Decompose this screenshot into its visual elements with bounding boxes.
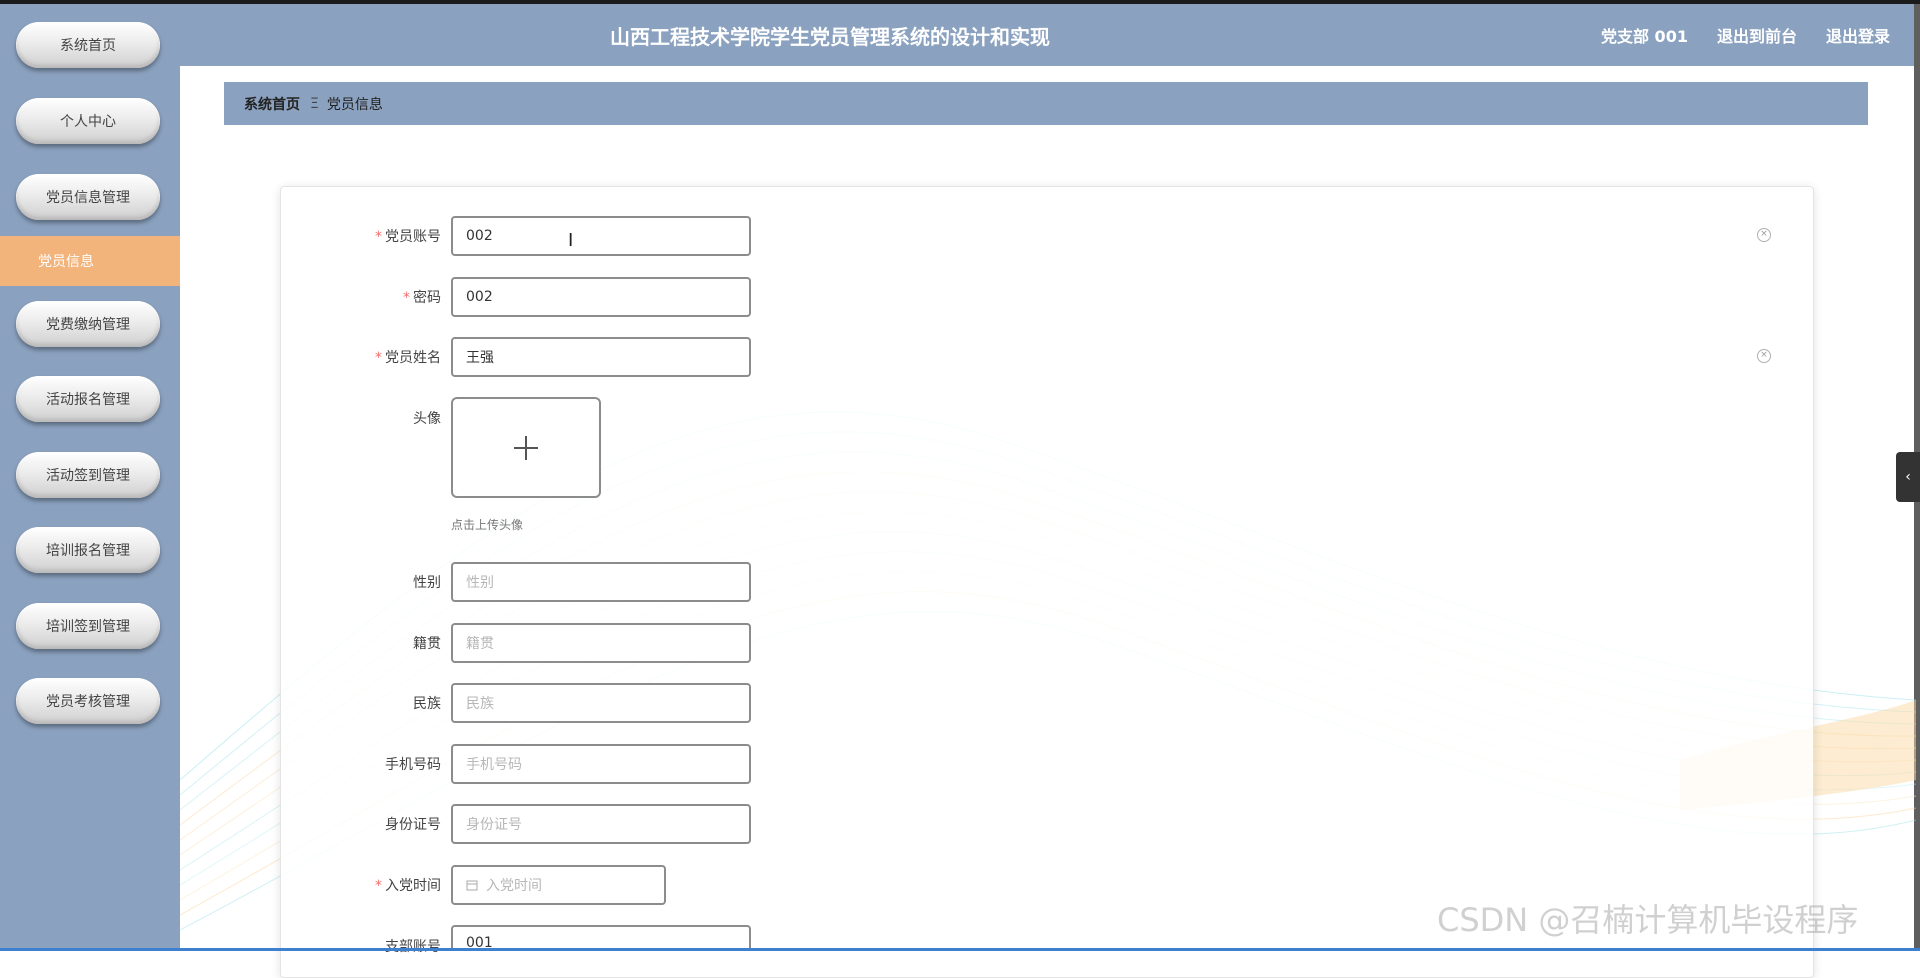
app-title: 山西工程技术学院学生党员管理系统的设计和实现 xyxy=(610,24,1050,49)
phone-input[interactable]: 手机号码 xyxy=(451,744,751,784)
phone-placeholder: 手机号码 xyxy=(466,757,522,773)
required-star: * xyxy=(375,878,382,894)
sidebar-item-label: 活动报名管理 xyxy=(46,392,130,408)
required-star: * xyxy=(403,290,410,306)
gender-placeholder: 性别 xyxy=(466,575,494,591)
chevron-left-icon: ‹ xyxy=(1905,469,1911,485)
avatar-upload[interactable] xyxy=(451,397,601,498)
sidebar-item-label: 党员信息管理 xyxy=(46,190,130,206)
sidebar-item-member-assessment[interactable]: 党员考核管理 xyxy=(16,678,160,724)
breadcrumb-current: 党员信息 xyxy=(326,96,383,113)
breadcrumb-separator-icon: Ξ xyxy=(310,95,319,112)
phone-label: 手机号码 xyxy=(385,757,441,773)
ethnicity-input[interactable]: 民族 xyxy=(451,683,751,723)
text-cursor-icon: I xyxy=(568,230,574,251)
ethnicity-placeholder: 民族 xyxy=(466,696,494,712)
sidebar-item-training-registration[interactable]: 培训报名管理 xyxy=(16,527,160,573)
exit-to-frontend-link[interactable]: 退出到前台 xyxy=(1717,23,1797,47)
collapse-panel-button[interactable]: ‹ xyxy=(1896,452,1920,502)
name-input[interactable]: 王强 xyxy=(451,337,751,377)
gender-label: 性别 xyxy=(413,575,441,591)
password-label: * 密码 xyxy=(403,290,441,306)
sidebar-item-label: 党员信息 xyxy=(38,254,94,270)
sidebar-item-training-checkin[interactable]: 培训签到管理 xyxy=(16,603,160,649)
sidebar: 系统首页 个人中心 党员信息管理 党员信息 党费缴纳管理 活动报名管理 活动签到… xyxy=(0,4,180,951)
sidebar-item-activity-checkin[interactable]: 活动签到管理 xyxy=(16,452,160,498)
top-header: 山西工程技术学院学生党员管理系统的设计和实现 党支部 001 退出到前台 退出登… xyxy=(180,4,1916,66)
password-input[interactable]: 002 xyxy=(451,277,751,317)
join-date-label: * 入党时间 xyxy=(375,878,441,894)
sidebar-item-activity-registration[interactable]: 活动报名管理 xyxy=(16,376,160,422)
origin-input[interactable]: 籍贯 xyxy=(451,623,751,663)
sidebar-item-label: 党员考核管理 xyxy=(46,694,130,710)
breadcrumb: 系统首页 Ξ 党员信息 xyxy=(224,82,1868,125)
join-date-placeholder: 入党时间 xyxy=(486,878,542,894)
clear-icon[interactable]: × xyxy=(1757,349,1771,363)
id-number-label: 身份证号 xyxy=(385,817,441,833)
sidebar-item-label: 活动签到管理 xyxy=(46,468,130,484)
required-star: * xyxy=(375,350,382,366)
account-label: * 党员账号 xyxy=(375,229,441,245)
origin-label: 籍贯 xyxy=(413,636,441,652)
sidebar-item-label: 培训签到管理 xyxy=(46,619,130,635)
breadcrumb-home[interactable]: 系统首页 xyxy=(244,94,300,114)
clear-icon[interactable]: × xyxy=(1757,228,1771,242)
required-star: * xyxy=(375,229,382,245)
sidebar-item-member-info-management[interactable]: 党员信息管理 xyxy=(16,174,160,220)
avatar-upload-hint: 点击上传头像 xyxy=(451,518,524,532)
header-links: 党支部 001 退出到前台 退出登录 xyxy=(1601,4,1890,66)
sidebar-subitem-member-info[interactable]: 党员信息 xyxy=(0,236,180,286)
ethnicity-label: 民族 xyxy=(413,696,441,712)
name-label: * 党员姓名 xyxy=(375,350,441,366)
sidebar-item-label: 个人中心 xyxy=(60,114,116,130)
id-number-input[interactable]: 身份证号 xyxy=(451,804,751,844)
gender-input[interactable]: 性别 xyxy=(451,562,751,602)
watermark: CSDN @召楠计算机毕设程序 xyxy=(1437,901,1859,939)
logout-link[interactable]: 退出登录 xyxy=(1826,23,1890,47)
join-date-picker[interactable]: 入党时间 xyxy=(451,865,666,905)
avatar-label: 头像 xyxy=(413,411,441,427)
calendar-icon xyxy=(466,880,478,891)
sidebar-item-dues-management[interactable]: 党费缴纳管理 xyxy=(16,301,160,347)
sidebar-item-home[interactable]: 系统首页 xyxy=(16,22,160,68)
account-input[interactable]: 002 xyxy=(451,216,751,256)
sidebar-item-label: 培训报名管理 xyxy=(46,543,130,559)
sidebar-item-label: 党费缴纳管理 xyxy=(46,317,130,333)
sidebar-item-personal-center[interactable]: 个人中心 xyxy=(16,98,160,144)
branch-account-label: 支部账号 xyxy=(385,939,441,955)
origin-placeholder: 籍贯 xyxy=(466,636,494,652)
sidebar-item-label: 系统首页 xyxy=(60,38,116,54)
branch-user-label[interactable]: 党支部 001 xyxy=(1601,23,1688,47)
id-number-placeholder: 身份证号 xyxy=(466,817,522,833)
plus-icon xyxy=(514,435,538,460)
